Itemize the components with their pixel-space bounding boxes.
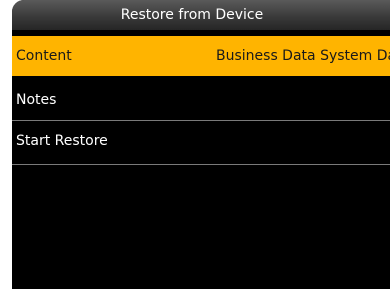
menu-item-start-restore[interactable]: Start Restore bbox=[12, 121, 390, 161]
menu-item-label: Content bbox=[16, 48, 72, 64]
menu-item-label: Start Restore bbox=[16, 133, 108, 149]
menu-item-notes[interactable]: Notes bbox=[12, 80, 390, 120]
menu-item-label: Notes bbox=[16, 92, 57, 108]
row-divider bbox=[12, 164, 390, 165]
title-bar: Restore from Device bbox=[12, 0, 390, 30]
device-screen: Restore from Device Content Business Dat… bbox=[12, 0, 390, 289]
menu-item-content[interactable]: Content Business Data System Dat bbox=[12, 36, 390, 76]
page-title: Restore from Device bbox=[120, 7, 264, 23]
menu-item-value: Business Data System Dat bbox=[216, 48, 390, 64]
